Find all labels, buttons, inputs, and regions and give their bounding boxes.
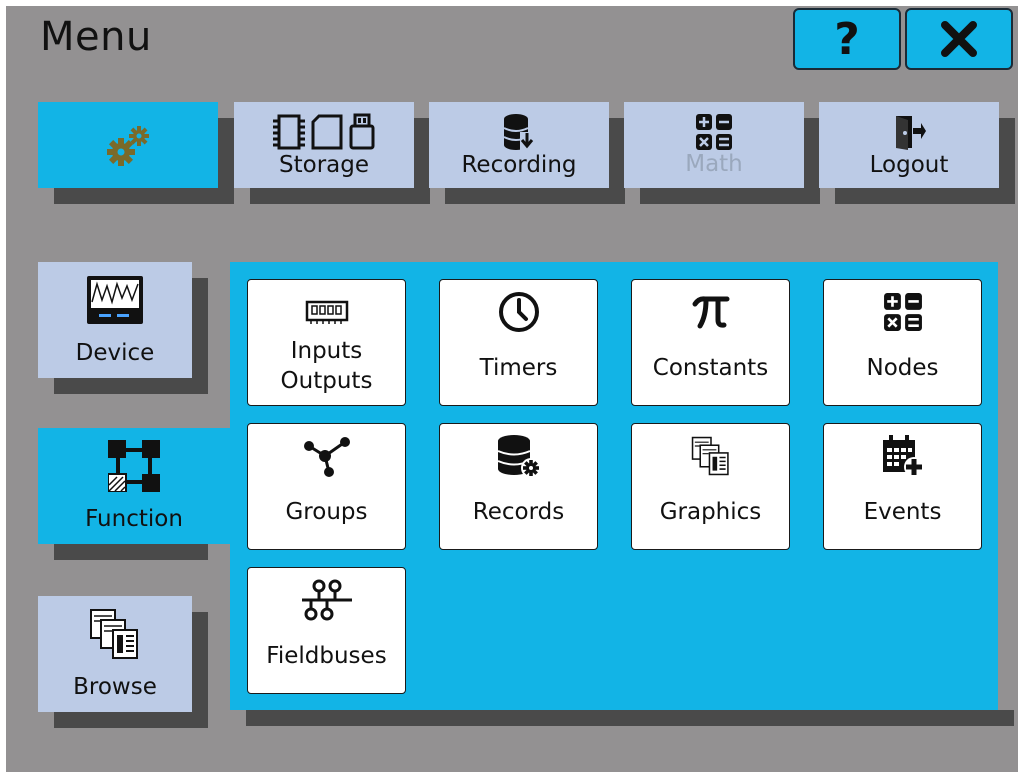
tile-inputs-outputs[interactable]: Inputs Outputs [247, 279, 406, 406]
tab-storage-label: Storage [279, 152, 369, 178]
tile-label: Timers [479, 354, 558, 381]
tile-label: Inputs Outputs [280, 338, 373, 395]
fieldbus-icon [301, 579, 352, 621]
tile-events[interactable]: Events [823, 423, 982, 550]
calendar-add-icon [882, 435, 924, 477]
close-icon [941, 21, 977, 57]
tab-function-label: Function [85, 506, 183, 532]
graphics-pages-icon [691, 436, 729, 476]
tab-settings[interactable] [38, 102, 218, 188]
menu-screen: Menu ? Storage Recording Math Logout Dev… [6, 6, 1018, 772]
tab-math[interactable]: Math [624, 102, 804, 188]
panel-shadow [246, 710, 1014, 726]
storage-devices-icon [273, 113, 375, 150]
page-title: Menu [40, 14, 152, 60]
device-display-icon [87, 276, 143, 324]
tab-browse[interactable]: Browse [38, 596, 192, 712]
tab-recording-label: Recording [461, 152, 577, 178]
tab-function[interactable]: Function [38, 428, 230, 544]
tab-browse-label: Browse [73, 674, 157, 700]
function-panel: Inputs Outputs Timers Constants Nodes Gr… [230, 262, 998, 710]
browse-pages-icon [90, 609, 138, 659]
tile-label: Constants [652, 354, 769, 381]
tile-label: Records [472, 498, 565, 525]
database-gear-icon [497, 435, 541, 478]
tab-device[interactable]: Device [38, 262, 192, 378]
tile-label: Graphics [659, 498, 762, 525]
tile-timers[interactable]: Timers [439, 279, 598, 406]
tile-nodes[interactable]: Nodes [823, 279, 982, 406]
tab-math-label: Math [685, 151, 743, 177]
database-download-icon [503, 114, 534, 150]
tab-logout[interactable]: Logout [819, 102, 999, 188]
tile-groups[interactable]: Groups [247, 423, 406, 550]
tab-storage[interactable]: Storage [234, 102, 414, 188]
clock-icon [498, 292, 539, 332]
tile-fieldbuses[interactable]: Fieldbuses [247, 567, 406, 694]
tab-device-label: Device [75, 340, 155, 366]
function-blocks-icon [108, 440, 160, 492]
close-button[interactable] [905, 8, 1013, 70]
help-label: ? [834, 13, 860, 65]
tile-label: Groups [285, 498, 368, 525]
help-button[interactable]: ? [793, 8, 901, 70]
calculator-icon [696, 114, 732, 150]
tab-logout-label: Logout [869, 152, 949, 178]
tab-recording[interactable]: Recording [429, 102, 609, 188]
pi-icon [692, 296, 729, 329]
tile-graphics[interactable]: Graphics [631, 423, 790, 550]
calculator-icon [883, 293, 922, 331]
tile-label: Fieldbuses [266, 642, 387, 669]
gears-icon [107, 126, 149, 166]
io-module-icon [305, 300, 348, 324]
tile-label: Nodes [866, 354, 939, 381]
logout-door-icon [896, 116, 926, 150]
network-graph-icon [303, 437, 350, 477]
tile-records[interactable]: Records [439, 423, 598, 550]
tile-constants[interactable]: Constants [631, 279, 790, 406]
tile-label: Events [863, 498, 942, 525]
